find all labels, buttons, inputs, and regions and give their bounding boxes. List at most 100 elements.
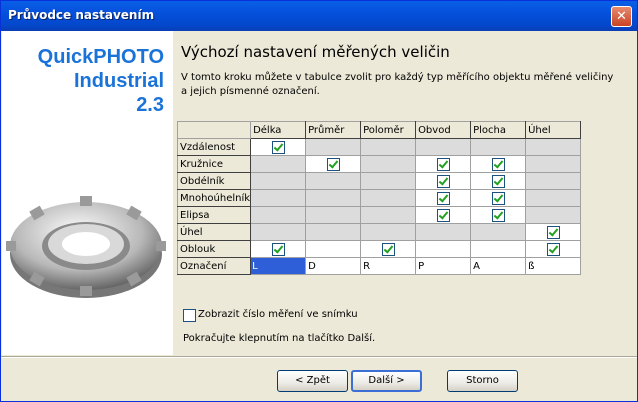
page-description: V tomto kroku můžete v tabulce zvolit pr… <box>181 72 614 97</box>
table-cell <box>360 155 417 173</box>
table-cell[interactable] <box>525 223 582 241</box>
table-cell <box>250 206 307 224</box>
column-header[interactable]: Poloměr <box>360 121 417 139</box>
checkmark-icon[interactable] <box>436 191 450 205</box>
show-number-label: Zobrazit číslo měření ve snímku <box>198 309 358 320</box>
row-header[interactable]: Kružnice <box>176 155 252 173</box>
show-number-checkbox[interactable] <box>183 309 196 322</box>
checkmark-icon[interactable] <box>436 208 450 222</box>
row-header[interactable]: Úhel <box>176 223 252 241</box>
table-cell <box>305 172 362 190</box>
designation-row: Označení L D R P Aß <box>176 257 582 275</box>
column-header[interactable]: Plocha <box>470 121 527 139</box>
checkmark-icon[interactable] <box>271 140 285 154</box>
table-cell <box>525 172 582 190</box>
cancel-button[interactable]: Storno <box>447 370 518 392</box>
table-cell[interactable] <box>470 240 527 258</box>
table-cell <box>305 138 362 156</box>
table-cell[interactable] <box>470 155 527 173</box>
table-row: Vzdálenost <box>176 138 582 156</box>
checkmark-icon[interactable] <box>491 191 505 205</box>
column-header[interactable]: Obvod <box>415 121 472 139</box>
product-name-line2: Industrial <box>73 70 164 92</box>
checkmark-icon[interactable] <box>381 242 395 256</box>
checkmark-icon[interactable] <box>546 225 560 239</box>
column-header[interactable]: Průměr <box>305 121 362 139</box>
table-cell[interactable] <box>415 189 472 207</box>
checkmark-icon[interactable] <box>491 208 505 222</box>
table-cell <box>305 206 362 224</box>
table-cell[interactable] <box>305 155 362 173</box>
checkmark-icon[interactable] <box>546 242 560 256</box>
row-header[interactable]: Oblouk <box>176 240 252 258</box>
checkmark-icon[interactable] <box>491 174 505 188</box>
table-cell[interactable] <box>305 240 362 258</box>
table-cell <box>305 223 362 241</box>
column-header[interactable]: Délka <box>250 121 307 139</box>
row-header[interactable]: Vzdálenost <box>176 138 252 156</box>
table-cell <box>250 155 307 173</box>
table-cell <box>360 172 417 190</box>
checkmark-icon[interactable] <box>271 242 285 256</box>
table-cell <box>470 138 527 156</box>
designation-cell[interactable]: D <box>305 257 362 275</box>
column-header[interactable]: Úhel <box>525 121 582 139</box>
measurement-table[interactable]: Délka Průměr Poloměr Obvod Plocha Úhel V… <box>176 121 582 275</box>
wizard-content: Výchozí nastavení měřených veličin V tom… <box>173 31 637 355</box>
table-header-row: Délka Průměr Poloměr Obvod Plocha Úhel <box>176 121 582 139</box>
table-cell[interactable] <box>250 240 307 258</box>
table-corner <box>176 121 252 139</box>
table-cell[interactable] <box>470 189 527 207</box>
table-row: Kružnice <box>176 155 582 173</box>
table-cell[interactable] <box>360 240 417 258</box>
gear-icon <box>6 196 166 298</box>
table-cell <box>415 223 472 241</box>
table-cell[interactable] <box>415 172 472 190</box>
table-cell[interactable] <box>250 138 307 156</box>
table-cell[interactable] <box>415 240 472 258</box>
table-cell <box>360 206 417 224</box>
table-cell[interactable] <box>470 172 527 190</box>
next-button[interactable]: Další > <box>351 370 422 392</box>
designation-cell[interactable]: P <box>415 257 472 275</box>
table-cell[interactable] <box>415 206 472 224</box>
product-name: QuickPHOTO Industrial 2.3 <box>38 45 164 117</box>
row-header[interactable]: Elipsa <box>176 206 252 224</box>
page-title: Výchozí nastavení měřených veličin <box>181 43 450 61</box>
product-version: 2.3 <box>136 94 164 116</box>
window-title: Průvodce nastavením <box>8 8 155 22</box>
row-header[interactable]: Mnohoúhelník <box>176 189 252 207</box>
table-cell <box>360 189 417 207</box>
row-header: Označení <box>176 257 252 275</box>
designation-cell[interactable]: ß <box>525 257 582 275</box>
row-header[interactable]: Obdélník <box>176 172 252 190</box>
table-cell <box>415 138 472 156</box>
hint-text: Pokračujte klepnutím na tlačítko Další. <box>183 333 376 344</box>
product-name-line1: QuickPHOTO <box>37 46 164 68</box>
designation-cell[interactable]: L <box>250 257 307 275</box>
checkmark-icon[interactable] <box>491 157 505 171</box>
table-cell <box>470 223 527 241</box>
checkmark-icon[interactable] <box>436 157 450 171</box>
checkmark-icon[interactable] <box>326 157 340 171</box>
table-cell[interactable] <box>470 206 527 224</box>
table-cell <box>250 172 307 190</box>
designation-cell[interactable]: A <box>470 257 527 275</box>
table-cell <box>525 189 582 207</box>
title-bar[interactable]: Průvodce nastavením ✕ <box>1 1 637 31</box>
button-separator <box>1 356 637 358</box>
designation-cell[interactable]: R <box>360 257 417 275</box>
close-button[interactable]: ✕ <box>611 6 632 27</box>
back-button[interactable]: < Zpět <box>277 370 348 392</box>
table-cell[interactable] <box>415 155 472 173</box>
table-row: Úhel <box>176 223 582 241</box>
table-cell[interactable] <box>525 240 582 258</box>
table-cell <box>250 223 307 241</box>
table-cell <box>360 223 417 241</box>
table-cell <box>525 138 582 156</box>
table-row: Obdélník <box>176 172 582 190</box>
checkmark-icon[interactable] <box>436 174 450 188</box>
branding-panel: QuickPHOTO Industrial 2.3 <box>2 31 173 355</box>
table-cell <box>305 189 362 207</box>
table-row: Elipsa <box>176 206 582 224</box>
